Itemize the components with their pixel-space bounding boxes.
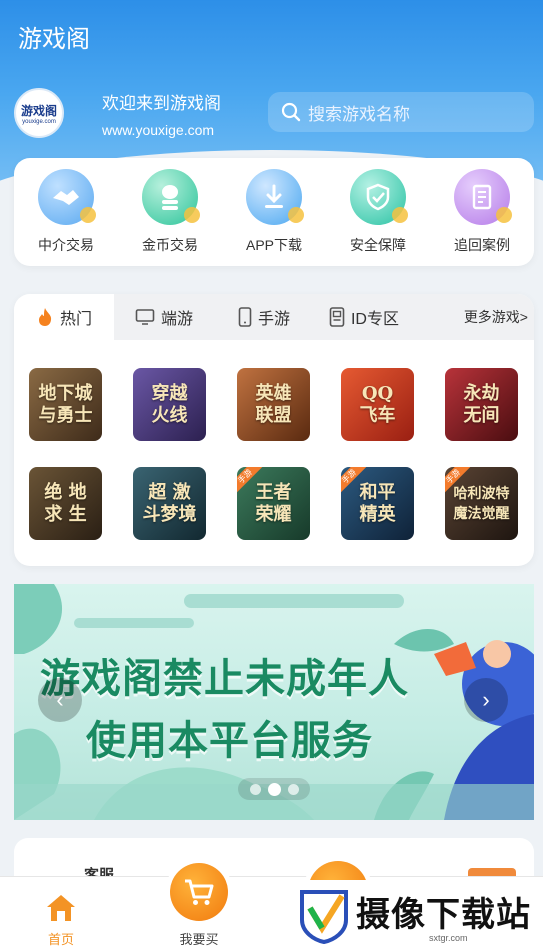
phone-icon (238, 307, 252, 327)
game-category-tabs: 热门 端游 手游 ID专区 更多游戏> (14, 294, 534, 340)
home-icon (47, 895, 75, 921)
game-title: 穿越 火线 (151, 382, 188, 426)
banner-headline: 游戏阁禁止未成年人 (40, 657, 409, 701)
game-tile-lol[interactable]: 英雄 联盟 (237, 368, 310, 441)
game-tile-dnf-duel[interactable]: 超 激斗梦境 (133, 467, 206, 540)
service-coin-trade[interactable]: 金币交易 (122, 169, 218, 255)
service-recovery-cases[interactable]: 追回案例 (434, 169, 530, 255)
tab-id-zone[interactable]: ID专区 (314, 294, 414, 340)
watermark-logo-icon (300, 890, 348, 944)
fire-icon (38, 308, 52, 326)
search-placeholder: 搜索游戏名称 (308, 104, 410, 124)
tab-label: 手游 (257, 311, 290, 328)
service-shortcuts: 中介交易 金币交易 APP下载 安全保障 追回案例 (14, 158, 534, 266)
pagination-dot[interactable] (249, 783, 261, 795)
chevron-right-icon: › (482, 687, 490, 712)
tab-label: 端游 (160, 311, 193, 328)
service-label: 追回案例 (454, 237, 510, 253)
service-app-download[interactable]: APP下载 (226, 169, 322, 255)
game-title: 和平 精英 (359, 481, 396, 525)
tab-label: 热门 (59, 311, 92, 328)
service-label: APP下载 (245, 237, 302, 253)
monitor-icon (135, 309, 155, 325)
tab-home[interactable]: 首页 (44, 893, 78, 948)
service-label: 金币交易 (142, 237, 198, 253)
game-tile-peace-elite[interactable]: 手游 和平 精英 (341, 467, 414, 540)
logo-text: 游戏阁 (20, 103, 57, 118)
game-tile-honor-of-kings[interactable]: 手游 王者 荣耀 (237, 467, 310, 540)
game-tile-qq-speed[interactable]: QQ 飞车 (341, 368, 414, 441)
site-logo[interactable]: 游戏阁 youxige.com (14, 88, 64, 138)
logo-subtext: youxige.com (22, 118, 56, 125)
game-title: 绝 地求 生 (44, 481, 87, 525)
games-panel: 热门 端游 手游 ID专区 更多游戏> 地下城 与勇士 穿越 火线 英雄 联盟 QQ 飞… (14, 294, 534, 566)
banner-subheadline: 使用本平台服务 (86, 719, 373, 763)
tab-pc-games[interactable]: 端游 (114, 294, 214, 340)
game-title: 哈利波特 魔法觉醒 (453, 485, 510, 522)
tab-home-label: 首页 (47, 932, 74, 947)
game-tile-naraka[interactable]: 永劫 无间 (445, 368, 518, 441)
service-security[interactable]: 安全保障 (330, 169, 426, 255)
service-label: 中介交易 (38, 237, 94, 253)
service-escrow-trade[interactable]: 中介交易 (18, 169, 114, 255)
chevron-left-icon: ‹ (56, 687, 64, 712)
site-url: www.youxige.com (102, 121, 215, 138)
pagination-dot[interactable] (287, 783, 299, 795)
watermark-subtext: sxtgr.com (429, 933, 468, 943)
banner-next-button[interactable]: › (464, 678, 508, 722)
game-tile-pubg[interactable]: 绝 地求 生 (29, 467, 102, 540)
watermark-text: 摄像下载站 (356, 896, 531, 934)
tab-mobile-games[interactable]: 手游 (214, 294, 314, 340)
game-title: 王者 荣耀 (255, 481, 292, 525)
promo-banner[interactable]: 游戏阁禁止未成年人 使用本平台服务 ‹ › (14, 584, 534, 820)
app-title: 游戏阁 (18, 25, 90, 53)
tab-label: ID专区 (350, 311, 399, 328)
service-label: 安全保障 (350, 237, 406, 253)
tab-buy[interactable]: 我要买 (170, 863, 228, 948)
welcome-section: 游戏阁 youxige.com 欢迎来到游戏阁 www.youxige.com … (14, 86, 534, 140)
coins-icon (142, 169, 200, 225)
game-title: 超 激斗梦境 (142, 481, 197, 525)
game-tile-dnf[interactable]: 地下城 与勇士 (29, 368, 102, 441)
search-icon (281, 102, 301, 122)
id-card-icon (329, 307, 345, 327)
banner-prev-button[interactable]: ‹ (38, 678, 82, 722)
tab-buy-label: 我要买 (179, 932, 219, 947)
game-tile-harry-potter[interactable]: 手游 哈利波特 魔法觉醒 (445, 467, 518, 540)
handshake-icon (38, 169, 96, 225)
pagination-dot-active[interactable] (267, 782, 281, 796)
watermark: 摄像下载站 sxtgr.com (296, 880, 543, 950)
welcome-greeting: 欢迎来到游戏阁 (102, 93, 221, 113)
search-input[interactable]: 搜索游戏名称 (268, 92, 534, 132)
shield-icon (350, 169, 408, 225)
game-title: 永劫 无间 (463, 382, 500, 426)
game-title: QQ 飞车 (359, 382, 396, 426)
game-tile-crossfire[interactable]: 穿越 火线 (133, 368, 206, 441)
more-games-link[interactable]: 更多游戏> (464, 307, 528, 327)
download-icon (246, 169, 304, 225)
game-grid: 地下城 与勇士 穿越 火线 英雄 联盟 QQ 飞车 永劫 无间 绝 地求 生 超 激斗梦境… (14, 340, 534, 540)
game-title: 地下城 与勇士 (38, 382, 93, 426)
cart-icon (170, 863, 228, 921)
welcome-text: 欢迎来到游戏阁 www.youxige.com (102, 89, 221, 138)
tab-hot[interactable]: 热门 (14, 294, 114, 340)
receipt-icon (454, 169, 512, 225)
banner-pagination (238, 778, 310, 800)
game-title: 英雄 联盟 (255, 382, 292, 426)
